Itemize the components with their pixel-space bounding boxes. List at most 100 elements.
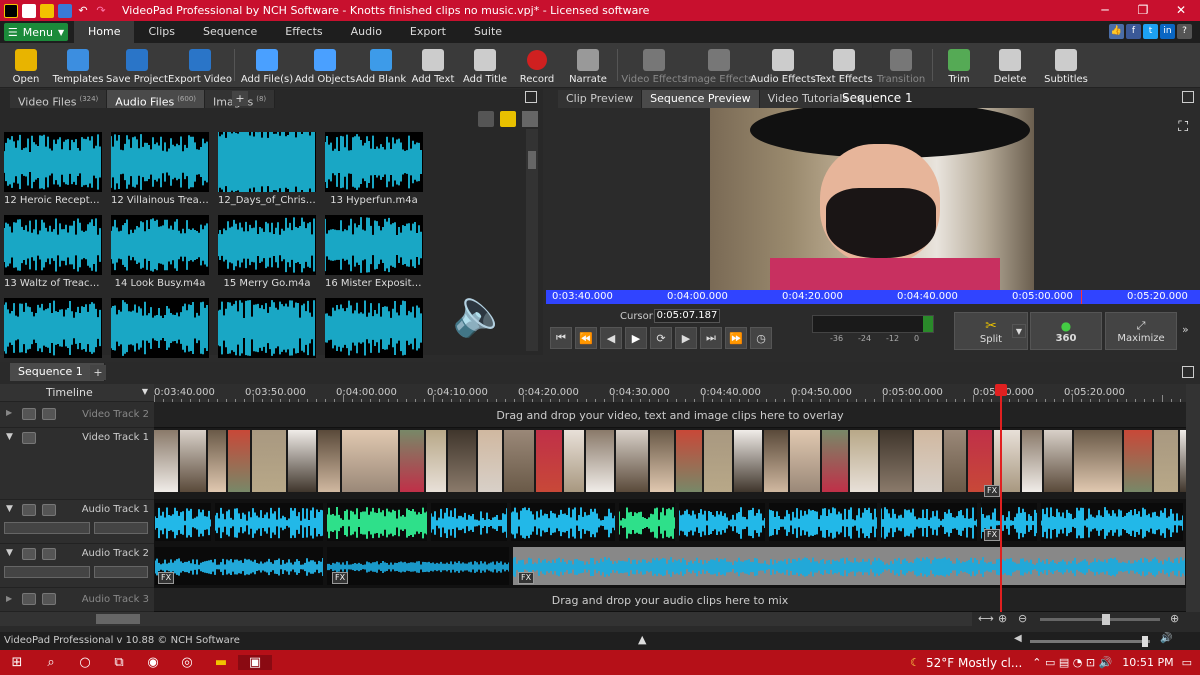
- step-forward-button[interactable]: ▶: [675, 327, 697, 349]
- video-clip-thumbnail[interactable]: [764, 430, 788, 492]
- audio-effects-button[interactable]: Audio Effects: [750, 43, 816, 88]
- group-icon[interactable]: [42, 408, 56, 420]
- timeline-scrollbar[interactable]: [0, 612, 972, 626]
- chrome-icon[interactable]: ◎: [170, 655, 204, 670]
- video-clip-thumbnail[interactable]: [1044, 430, 1072, 492]
- weather-text[interactable]: 52°F Mostly cl...: [926, 656, 1022, 670]
- loop-button[interactable]: ⟳: [650, 327, 672, 349]
- bin-scrollbar[interactable]: [526, 129, 538, 351]
- video-clip-thumbnail[interactable]: [650, 430, 674, 492]
- video-clip-thumbnail[interactable]: [790, 430, 820, 492]
- tab-video-files[interactable]: Video Files (324): [10, 90, 108, 109]
- list-view-icon[interactable]: [522, 111, 538, 127]
- track-scrollbar[interactable]: [1186, 384, 1200, 612]
- audio-file-tile[interactable]: [111, 298, 209, 358]
- timeline-ruler[interactable]: 0:03:40.000 0:03:50.000 0:04:00.000 0:04:10…: [154, 384, 1186, 402]
- timeline-playhead[interactable]: [995, 384, 1007, 612]
- collapse-arrow-icon[interactable]: ▼: [6, 548, 13, 558]
- export-video-button[interactable]: Export Video: [168, 43, 232, 88]
- undock-icon[interactable]: [1182, 91, 1194, 103]
- tab-clip-preview[interactable]: Clip Preview: [558, 90, 643, 108]
- add-bin-tab-icon[interactable]: +: [232, 91, 248, 106]
- thumbs-up-icon[interactable]: 👍: [1109, 24, 1124, 39]
- undock-icon[interactable]: [525, 91, 537, 103]
- menu-tab-audio[interactable]: Audio: [337, 21, 396, 43]
- video-clip-thumbnail[interactable]: [318, 430, 340, 492]
- group-icon[interactable]: [42, 548, 56, 560]
- windows-start-icon[interactable]: ⊞: [0, 655, 34, 670]
- open-button[interactable]: Open: [0, 43, 52, 88]
- menu-tab-suite[interactable]: Suite: [460, 21, 516, 43]
- menu-tab-sequence[interactable]: Sequence: [189, 21, 271, 43]
- undock-icon[interactable]: [1182, 366, 1194, 378]
- audio-file-tile[interactable]: [325, 298, 423, 358]
- video-clip-thumbnail[interactable]: [400, 430, 424, 492]
- notifications-icon[interactable]: ▭: [1182, 656, 1192, 669]
- speed-button[interactable]: ◷: [750, 327, 772, 349]
- text-effects-button[interactable]: Text Effects: [814, 43, 874, 88]
- help-icon[interactable]: ?: [1177, 24, 1192, 39]
- tray-icons[interactable]: ⌃ ▭ ▤ ◔ ⊡ 🔊: [1032, 656, 1112, 669]
- add-file-s-button[interactable]: Add File(s): [239, 43, 295, 88]
- preview-playhead[interactable]: [1081, 290, 1082, 304]
- video-clip-thumbnail[interactable]: [342, 430, 398, 492]
- audio-file-tile[interactable]: [4, 298, 102, 358]
- video-effects-button[interactable]: Video Effects: [621, 43, 687, 88]
- video-clip-thumbnail[interactable]: [880, 430, 912, 492]
- audio-clip[interactable]: [326, 546, 510, 586]
- video-clip-thumbnail[interactable]: [704, 430, 732, 492]
- fx-badge[interactable]: FX: [518, 572, 535, 584]
- video-track-2-header[interactable]: ▶ Video Track 2: [0, 402, 154, 428]
- record-button[interactable]: Record: [511, 43, 563, 88]
- restore-icon[interactable]: ❐: [1124, 0, 1162, 21]
- trim-button[interactable]: Trim: [937, 43, 981, 88]
- zoom-in-icon[interactable]: ⊕: [1170, 612, 1179, 625]
- video-clip-thumbnail[interactable]: [180, 430, 206, 492]
- trash-icon[interactable]: [478, 111, 494, 127]
- video-frame[interactable]: [710, 108, 1034, 290]
- video-clip-thumbnail[interactable]: [536, 430, 562, 492]
- video-clip-thumbnail[interactable]: [734, 430, 762, 492]
- fx-badge[interactable]: FX: [332, 572, 349, 584]
- group-icon[interactable]: [42, 504, 56, 516]
- narrate-button[interactable]: Narrate: [563, 43, 613, 88]
- collapse-arrow-icon[interactable]: ▼: [6, 504, 13, 514]
- audio-file-tile[interactable]: 12 Villainous Treache...: [111, 132, 209, 210]
- play-button[interactable]: ▶: [625, 327, 647, 349]
- video-clip-thumbnail[interactable]: [228, 430, 250, 492]
- undo-icon[interactable]: ↶: [76, 4, 90, 18]
- video-clip-thumbnail[interactable]: [154, 430, 178, 492]
- clock[interactable]: 10:51 PM: [1122, 656, 1173, 669]
- audio-clip[interactable]: [678, 502, 766, 542]
- video-clip-thumbnail[interactable]: [1074, 430, 1122, 492]
- new-icon[interactable]: [22, 3, 36, 18]
- minimize-icon[interactable]: ─: [1086, 0, 1124, 21]
- audio-track-2-header[interactable]: ▼ Audio Track 2: [0, 544, 154, 588]
- audio-clip[interactable]: [154, 502, 212, 542]
- new-folder-icon[interactable]: [500, 111, 516, 127]
- transition-button[interactable]: Transition: [874, 43, 928, 88]
- open-icon[interactable]: [40, 3, 54, 18]
- audio-clip[interactable]: [1040, 502, 1184, 542]
- video-clip-thumbnail[interactable]: [448, 430, 476, 492]
- video-track-1[interactable]: FX: [154, 428, 1200, 500]
- fx-badge[interactable]: FX: [984, 485, 1001, 497]
- video-clip-thumbnail[interactable]: [1022, 430, 1042, 492]
- video-clip-thumbnail[interactable]: [676, 430, 702, 492]
- preview-ruler[interactable]: 0:03:40.000 0:04:00.000 0:04:20.000 0:04:40…: [546, 290, 1200, 304]
- audio-file-tile[interactable]: 16 Mister Exposition....: [325, 215, 423, 293]
- audio-clip[interactable]: [214, 502, 324, 542]
- split-options-button[interactable]: ▼: [1012, 324, 1026, 338]
- audio-track-3[interactable]: Drag and drop your audio clips here to m…: [154, 588, 1186, 612]
- more-icon[interactable]: »: [1182, 323, 1189, 336]
- video-clip-thumbnail[interactable]: [252, 430, 286, 492]
- cursor-value[interactable]: 0:05:07.187: [654, 309, 720, 323]
- menu-tab-clips[interactable]: Clips: [134, 21, 189, 43]
- menu-tab-export[interactable]: Export: [396, 21, 460, 43]
- app-icon[interactable]: ◉: [136, 655, 170, 670]
- audio-clip[interactable]: [326, 502, 428, 542]
- volume-slider[interactable]: [4, 566, 90, 578]
- expand-arrow-icon[interactable]: ▶: [6, 408, 12, 417]
- audio-file-tile[interactable]: 13 Hyperfun.m4a: [325, 132, 423, 210]
- expand-arrow-icon[interactable]: ▶: [6, 594, 12, 603]
